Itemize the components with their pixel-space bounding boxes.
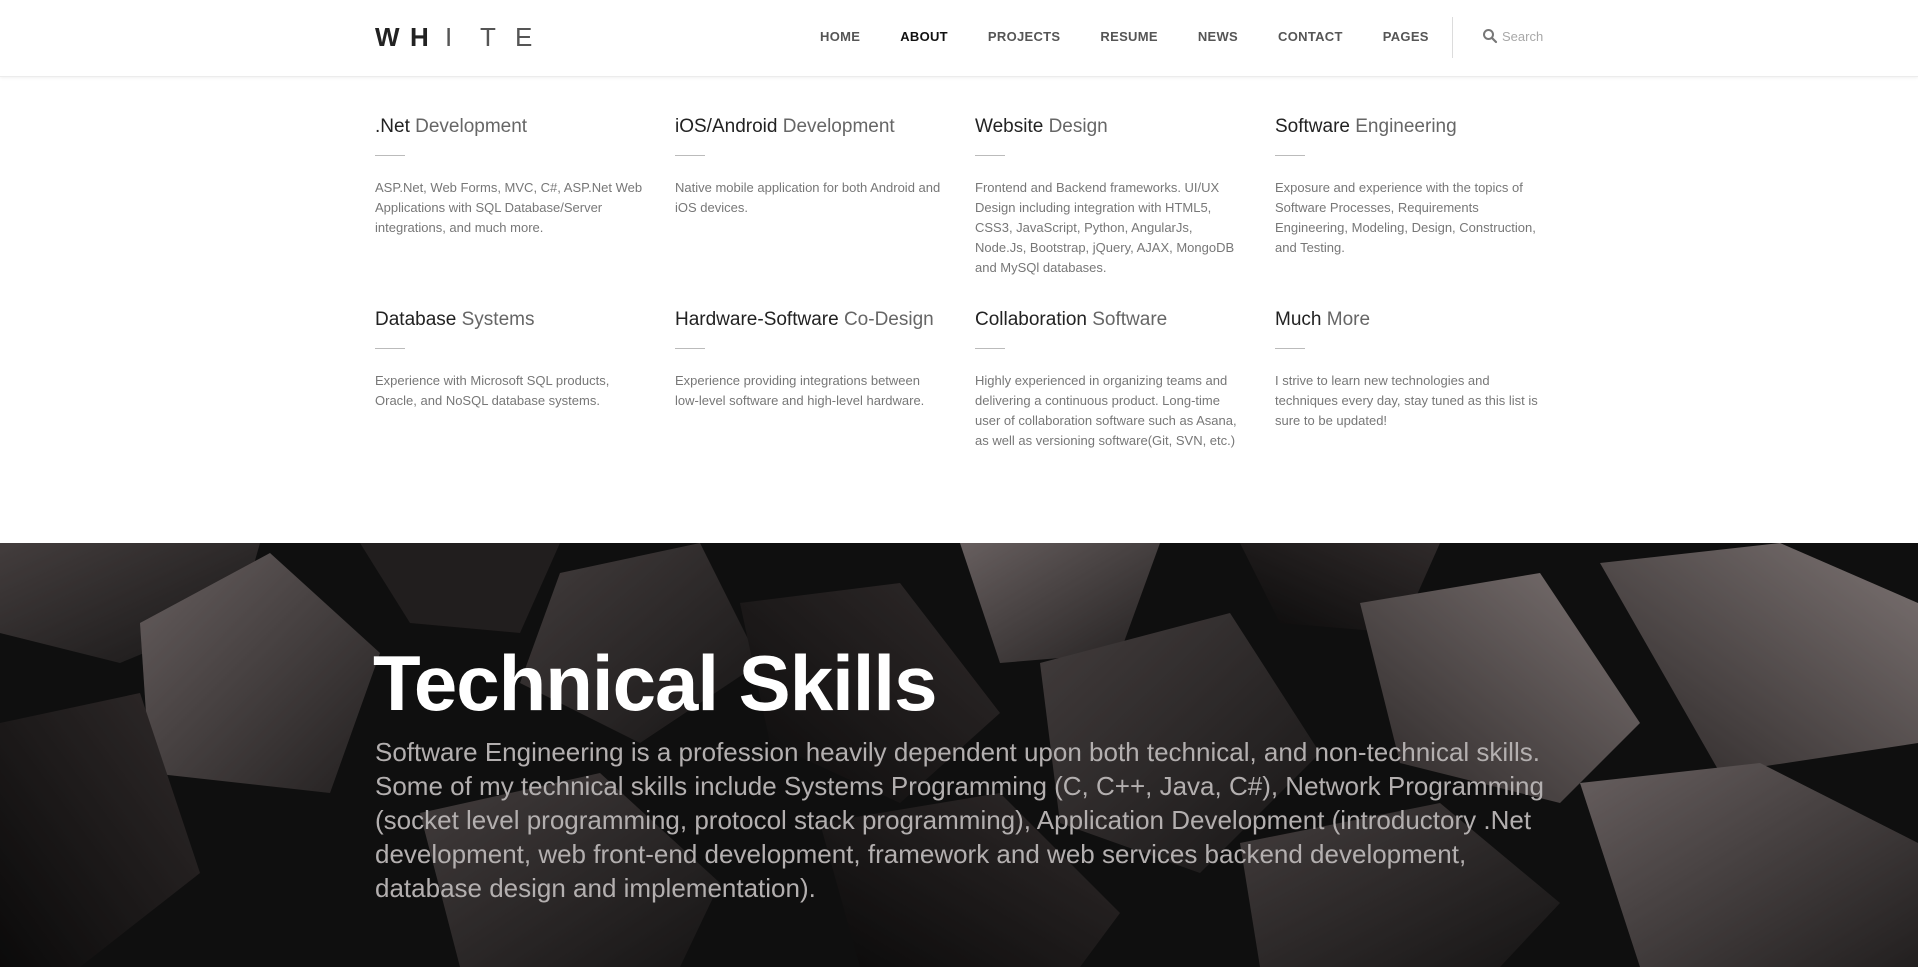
technical-skills-hero: Technical Skills Software Engineering is… bbox=[0, 543, 1918, 967]
service-item: Website Design Frontend and Backend fram… bbox=[975, 116, 1275, 309]
nav-item-pages[interactable]: PAGES bbox=[1383, 29, 1429, 44]
service-title-rest: Software bbox=[1086, 309, 1168, 330]
nav-item-home[interactable]: HOME bbox=[820, 29, 860, 44]
service-description: Frontend and Backend frameworks. UI/UX D… bbox=[975, 180, 1235, 275]
service-item: Database Systems Experience with Microso… bbox=[375, 309, 675, 502]
service-description: I strive to learn new technologies and t… bbox=[1275, 373, 1538, 428]
service-description: Highly experienced in organizing teams a… bbox=[975, 373, 1237, 448]
service-title: Collaboration Software bbox=[975, 309, 1275, 331]
service-description: ASP.Net, Web Forms, MVC, C#, ASP.Net Web… bbox=[375, 180, 643, 235]
service-divider bbox=[375, 155, 405, 156]
search-box[interactable] bbox=[1482, 24, 1582, 48]
nav-divider bbox=[1452, 17, 1453, 58]
services-grid: .Net Development ASP.Net, Web Forms, MVC… bbox=[375, 116, 1545, 502]
service-title-strong: Much bbox=[1275, 309, 1322, 330]
service-item: Much More I strive to learn new technolo… bbox=[1275, 309, 1545, 502]
logo[interactable]: W H I T E bbox=[375, 22, 550, 52]
nav-item-contact[interactable]: CONTACT bbox=[1278, 29, 1343, 44]
service-title: Hardware-Software Co-Design bbox=[675, 309, 975, 331]
logo-letter: E bbox=[515, 21, 533, 52]
service-title-rest: Development bbox=[777, 116, 895, 137]
service-item: .Net Development ASP.Net, Web Forms, MVC… bbox=[375, 116, 675, 309]
service-divider bbox=[675, 348, 705, 349]
hero-description: Software Engineering is a profession hea… bbox=[375, 737, 1544, 903]
service-title-rest: Co-Design bbox=[838, 309, 934, 330]
logo-letter: W bbox=[375, 21, 400, 52]
service-divider bbox=[675, 155, 705, 156]
search-icon[interactable] bbox=[1482, 28, 1498, 44]
service-title: Database Systems bbox=[375, 309, 675, 331]
service-title-strong: Collaboration bbox=[975, 309, 1087, 330]
service-title-rest: Systems bbox=[456, 309, 535, 330]
logo-letter: H bbox=[410, 21, 429, 52]
nav-item-news[interactable]: NEWS bbox=[1198, 29, 1238, 44]
search-input[interactable] bbox=[1502, 28, 1582, 44]
nav-item-projects[interactable]: PROJECTS bbox=[988, 29, 1060, 44]
hero-title: Technical Skills bbox=[373, 639, 937, 727]
service-title-strong: iOS/Android bbox=[675, 116, 778, 137]
service-item: iOS/Android Development Native mobile ap… bbox=[675, 116, 975, 309]
service-item: Hardware-Software Co-Design Experience p… bbox=[675, 309, 975, 502]
nav-item-about[interactable]: ABOUT bbox=[900, 29, 948, 44]
service-title-strong: Software bbox=[1275, 116, 1350, 137]
service-title-strong: Website bbox=[975, 116, 1044, 137]
service-item: Software Engineering Exposure and experi… bbox=[1275, 116, 1545, 309]
service-divider bbox=[975, 348, 1005, 349]
service-title-strong: Hardware-Software bbox=[675, 309, 839, 330]
service-divider bbox=[375, 348, 405, 349]
nav-item-resume[interactable]: RESUME bbox=[1100, 29, 1157, 44]
service-title-rest: Design bbox=[1043, 116, 1108, 137]
service-title: iOS/Android Development bbox=[675, 116, 975, 138]
service-description: Experience with Microsoft SQL products, … bbox=[375, 373, 610, 408]
service-title: .Net Development bbox=[375, 116, 675, 138]
main-nav: HOME ABOUT PROJECTS RESUME NEWS CONTACT … bbox=[820, 0, 1469, 73]
service-title-rest: More bbox=[1321, 309, 1371, 330]
service-title-strong: .Net bbox=[375, 116, 410, 137]
service-title: Software Engineering bbox=[1275, 116, 1545, 138]
service-description: Experience providing integrations betwee… bbox=[675, 373, 925, 408]
service-title-rest: Engineering bbox=[1349, 116, 1457, 137]
site-header: W H I T E HOME ABOUT PROJECTS RESUME NEW… bbox=[0, 0, 1918, 77]
service-title-strong: Database bbox=[375, 309, 457, 330]
service-item: Collaboration Software Highly experience… bbox=[975, 309, 1275, 502]
logo-letter: T bbox=[480, 21, 496, 52]
service-divider bbox=[1275, 155, 1305, 156]
service-description: Exposure and experience with the topics … bbox=[1275, 180, 1536, 255]
service-title-rest: Development bbox=[409, 116, 528, 137]
service-divider bbox=[1275, 348, 1305, 349]
service-title: Much More bbox=[1275, 309, 1545, 331]
service-divider bbox=[975, 155, 1005, 156]
service-description: Native mobile application for both Andro… bbox=[675, 180, 941, 215]
logo-letter: I bbox=[445, 21, 453, 52]
service-title: Website Design bbox=[975, 116, 1275, 138]
